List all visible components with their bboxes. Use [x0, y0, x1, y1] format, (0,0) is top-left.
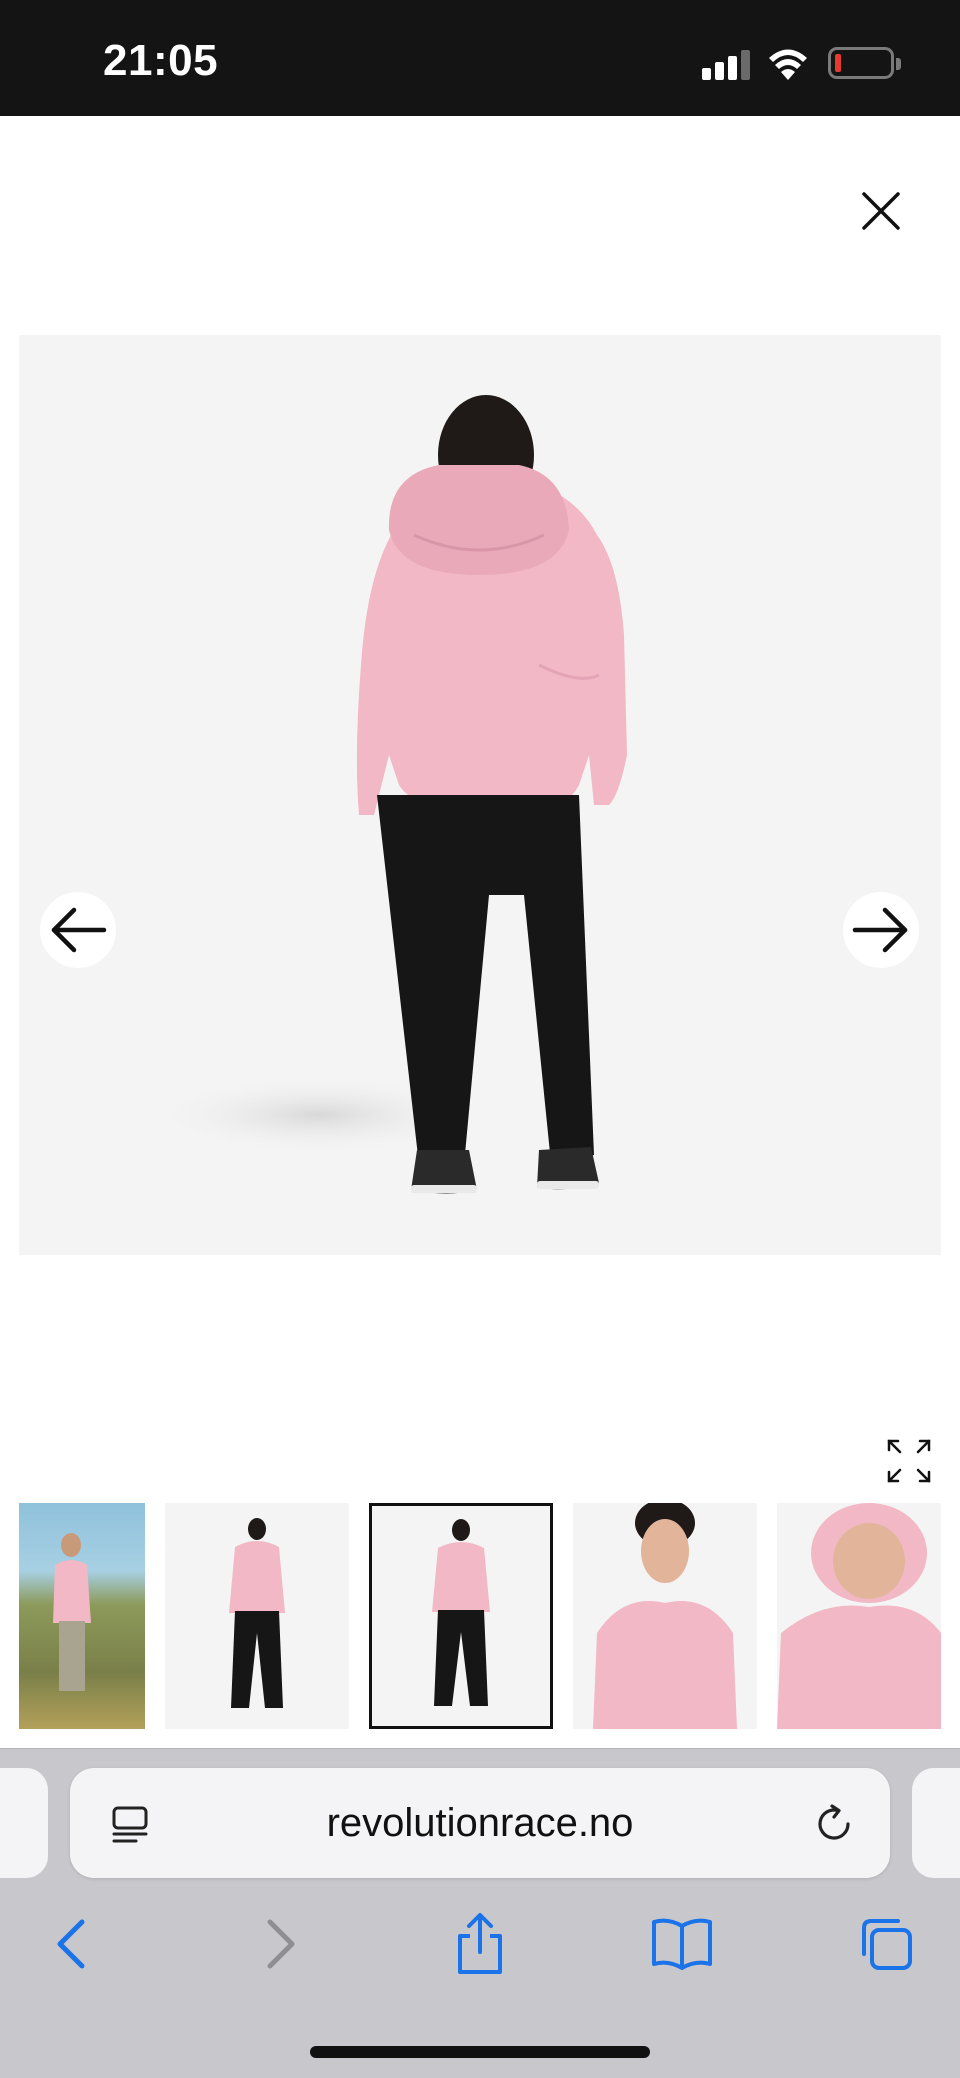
status-bar: 21:05	[0, 0, 960, 116]
forward-button[interactable]	[248, 1912, 312, 1976]
expand-icon[interactable]	[886, 1438, 932, 1484]
thumbnail-hood-closeup-photo[interactable]	[573, 1503, 757, 1729]
thumbnail-hood-up-closeup-photo[interactable]	[777, 1503, 941, 1729]
arrow-right-icon	[852, 907, 908, 953]
status-time: 21:05	[103, 36, 219, 85]
previous-image-button[interactable]	[40, 892, 116, 968]
cellular-signal-icon	[702, 48, 750, 80]
next-image-button[interactable]	[843, 892, 919, 968]
next-tab-preview[interactable]	[912, 1768, 960, 1878]
thumbnail-outdoor-hiking-photo[interactable]	[19, 1503, 145, 1729]
share-button[interactable]	[448, 1912, 512, 1976]
address-bar[interactable]: revolutionrace.no	[70, 1768, 890, 1878]
main-product-image	[19, 335, 941, 1255]
thumbnail-strip	[0, 1503, 960, 1729]
share-icon	[458, 1913, 502, 1974]
thumbnail-back-studio-photo[interactable]	[369, 1503, 553, 1729]
battery-low-icon	[828, 47, 894, 79]
wifi-icon	[769, 49, 807, 80]
close-button[interactable]	[856, 186, 906, 236]
previous-tab-preview[interactable]	[0, 1768, 48, 1878]
reload-icon[interactable]	[812, 1802, 856, 1846]
bookmarks-button[interactable]	[650, 1912, 714, 1976]
home-indicator	[310, 2046, 650, 2058]
arrow-left-icon	[51, 907, 107, 953]
forward-icon	[267, 1919, 295, 1969]
back-icon	[57, 1919, 85, 1969]
thumbnail-front-studio-photo[interactable]	[165, 1503, 349, 1729]
tabs-icon	[862, 1919, 912, 1970]
bookmarks-icon	[652, 1918, 712, 1970]
back-button[interactable]	[40, 1912, 104, 1976]
url-text: revolutionrace.no	[326, 1801, 634, 1845]
tabs-button[interactable]	[854, 1912, 918, 1976]
